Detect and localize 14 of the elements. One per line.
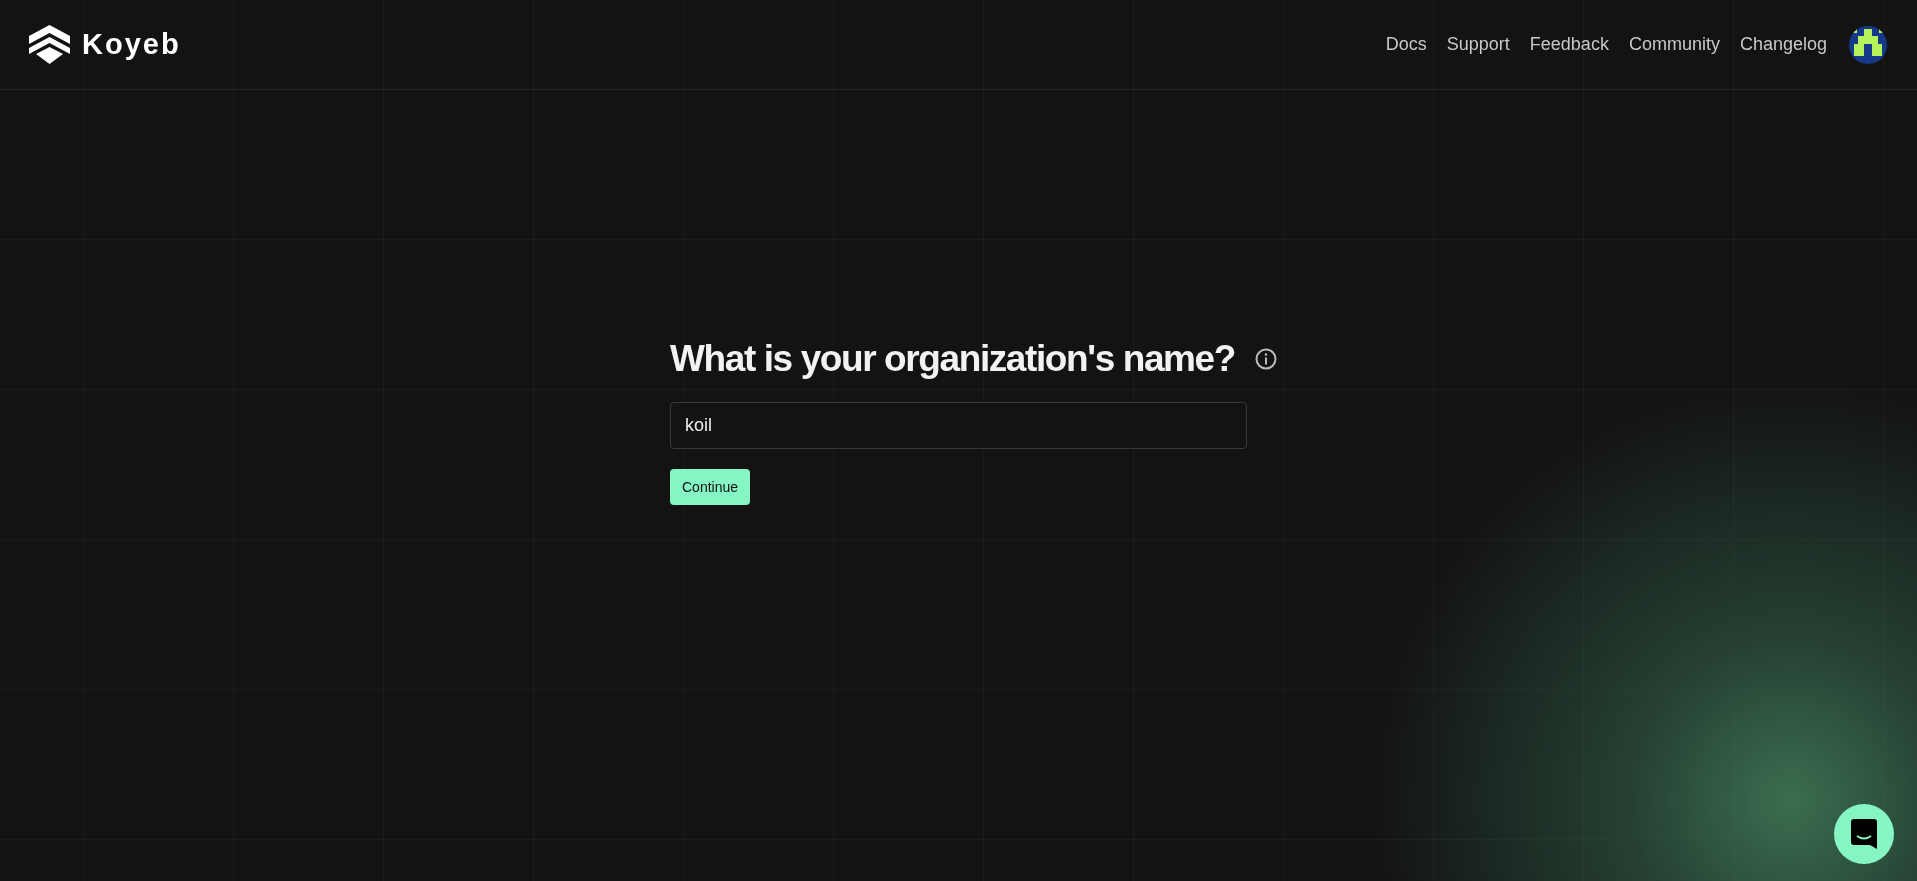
nav-link[interactable]: Changelog — [1739, 34, 1827, 55]
nav-link[interactable]: Support — [1446, 34, 1510, 55]
info-icon[interactable] — [1254, 348, 1277, 370]
nav-link[interactable]: Feedback — [1529, 34, 1609, 55]
chat-button[interactable] — [1834, 804, 1894, 864]
logo-icon — [29, 25, 70, 64]
brand-name: Koyeb — [82, 28, 181, 61]
nav-link[interactable]: Community — [1628, 34, 1720, 55]
form-heading: What is your organization's name? — [670, 338, 1235, 380]
chat-icon — [1851, 819, 1877, 849]
nav-link[interactable]: Docs — [1385, 34, 1427, 55]
avatar-icon[interactable] — [1849, 25, 1887, 64]
continue-button[interactable]: Continue — [670, 469, 751, 505]
organization-name-field[interactable]: koil — [670, 402, 1247, 449]
